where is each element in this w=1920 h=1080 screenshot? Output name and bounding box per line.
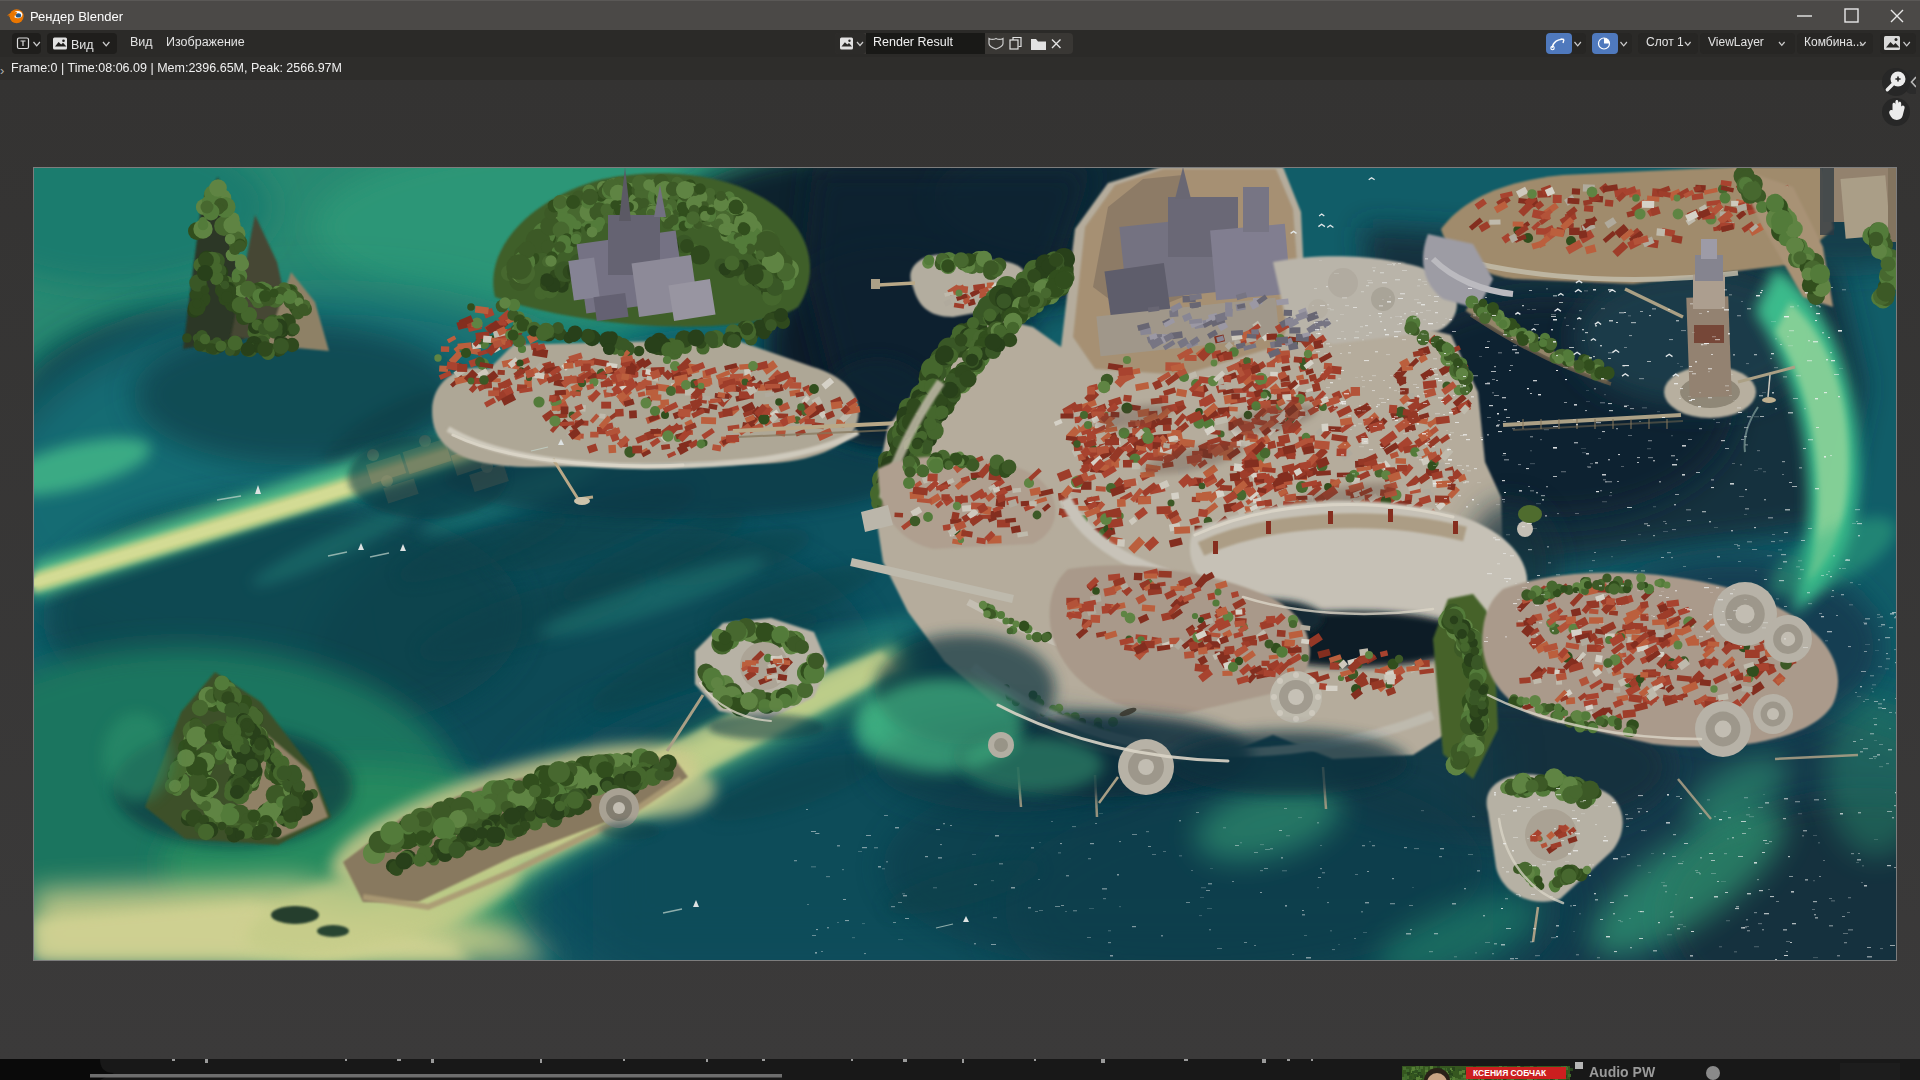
- svg-text:КСЕНИЯ СОБЧАК: КСЕНИЯ СОБЧАК: [1473, 1068, 1547, 1078]
